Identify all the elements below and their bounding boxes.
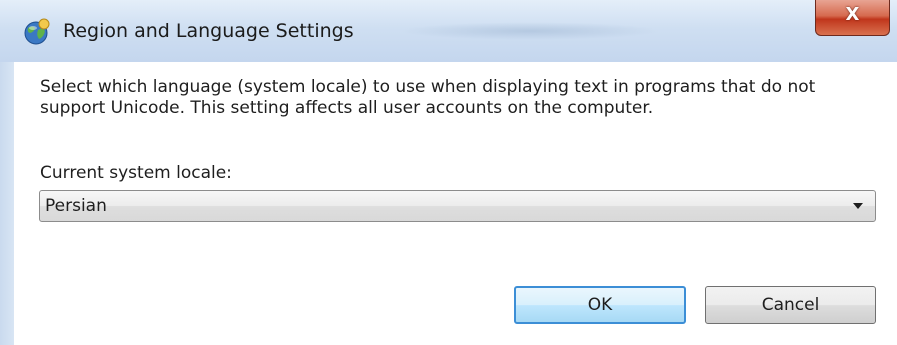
ok-button[interactable]: OK: [514, 286, 686, 324]
description-text: Select which language (system locale) to…: [40, 77, 816, 118]
title-bar[interactable]: Region and Language Settings X: [0, 0, 897, 62]
selected-locale-value: Persian: [45, 196, 107, 216]
chevron-down-icon[interactable]: [853, 203, 863, 209]
window-frame-left: [0, 62, 14, 345]
close-button[interactable]: X: [815, 0, 890, 36]
region-language-dialog: Region and Language Settings X Select wh…: [0, 0, 897, 345]
globe-icon: [24, 18, 50, 45]
system-locale-select[interactable]: Persian: [39, 190, 876, 222]
titlebar-sheen: [400, 22, 660, 40]
window-title: Region and Language Settings: [63, 20, 354, 42]
cancel-button[interactable]: Cancel: [705, 286, 876, 324]
close-icon: X: [845, 4, 860, 25]
system-locale-label: Current system locale:: [40, 163, 232, 183]
